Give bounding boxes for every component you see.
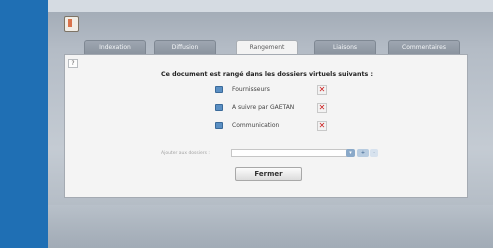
remove-folder-button[interactable]: ✕ bbox=[317, 103, 327, 113]
tab-liaisons[interactable]: Liaisons bbox=[314, 40, 376, 54]
tab-diffusion[interactable]: Diffusion bbox=[154, 40, 216, 54]
panel-heading: Ce document est rangé dans les dossiers … bbox=[161, 71, 373, 78]
add-folder-label: Ajouter aux dossiers : bbox=[161, 151, 210, 156]
folder-icon bbox=[215, 104, 223, 111]
add-folder-input[interactable] bbox=[231, 149, 351, 157]
tab-rangement[interactable]: Rangement bbox=[236, 40, 298, 54]
remove-folder-button[interactable]: ✕ bbox=[317, 121, 327, 131]
folder-label: A suivre par GAETAN bbox=[232, 104, 295, 111]
window-top-strip bbox=[48, 0, 493, 12]
chevron-down-icon[interactable]: ▾ bbox=[346, 149, 355, 157]
help-button[interactable]: ? bbox=[68, 59, 78, 68]
tab-bar: Indexation Diffusion Rangement Liaisons … bbox=[64, 40, 468, 54]
tab-commentaires[interactable]: Commentaires bbox=[388, 40, 460, 54]
folder-label: Communication bbox=[232, 122, 280, 129]
add-folder-button[interactable]: + bbox=[357, 149, 369, 157]
add-option-button[interactable]: · bbox=[370, 149, 378, 157]
folder-label: Fournisseurs bbox=[232, 86, 270, 93]
rangement-panel: ? Ce document est rangé dans les dossier… bbox=[64, 54, 468, 198]
window-bottom-area bbox=[48, 205, 493, 248]
folder-icon bbox=[215, 86, 223, 93]
close-button[interactable]: Fermer bbox=[235, 167, 302, 181]
document-icon bbox=[64, 16, 79, 32]
folder-icon bbox=[215, 122, 223, 129]
remove-folder-button[interactable]: ✕ bbox=[317, 85, 327, 95]
tab-indexation[interactable]: Indexation bbox=[84, 40, 146, 54]
